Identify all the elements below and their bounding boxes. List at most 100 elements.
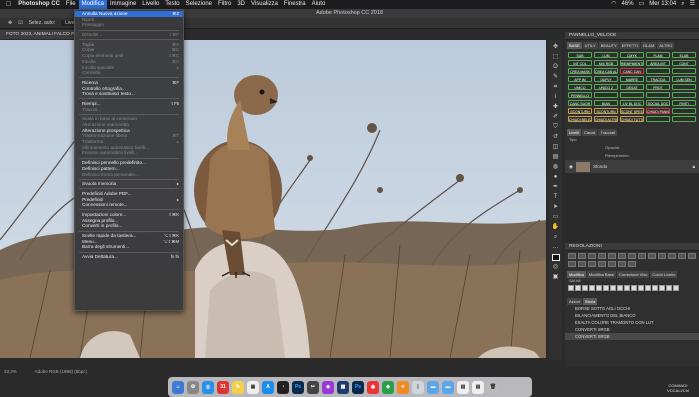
action-button[interactable]: CREA MASK <box>568 68 592 74</box>
crop-tool-icon[interactable]: ⌗ <box>552 84 560 91</box>
action-button[interactable] <box>594 92 618 98</box>
tab-livelli[interactable]: Livelli <box>567 129 582 136</box>
action-button[interactable]: CHIUDI PANNELLI <box>646 108 670 114</box>
layer-name[interactable]: Sfondo <box>593 164 607 169</box>
action-button[interactable] <box>620 92 644 98</box>
history-item[interactable]: CONVERTI SRGB <box>565 326 699 333</box>
safari-icon[interactable]: ◎ <box>202 380 214 394</box>
action-button[interactable]: AREA INT <box>646 60 670 66</box>
adjustment-icon[interactable] <box>598 261 606 267</box>
tab-utily[interactable]: UTILY <box>582 42 598 49</box>
launchpad-icon[interactable]: ⚙ <box>187 380 199 394</box>
action-button[interactable]: FINITI <box>672 100 696 106</box>
app-icon[interactable]: ◈ <box>382 380 394 394</box>
menu-item[interactable]: Trova e sostituisci testo... <box>75 91 183 97</box>
tab-storia[interactable]: Storia <box>582 298 598 305</box>
app-icon[interactable]: ▦ <box>337 380 349 394</box>
adjustment-icon[interactable] <box>648 253 656 259</box>
clock[interactable]: Mer 13:04 <box>649 0 676 9</box>
menu-livello[interactable]: Livello <box>139 0 162 9</box>
folder-icon[interactable]: ▬ <box>442 380 454 394</box>
apple-icon[interactable]:  <box>0 0 15 9</box>
menu-item[interactable]: Connessioni remote... <box>75 202 183 208</box>
eraser-icon[interactable]: ◫ <box>552 144 560 151</box>
menu-item[interactable]: Converti in profilo... <box>75 223 183 229</box>
tab-beauty[interactable]: BEAUTY <box>598 42 619 49</box>
action-button[interactable]: CREA CAN ALT <box>594 68 618 74</box>
battery-percent[interactable]: 46% <box>622 0 634 9</box>
adjustment-icon[interactable] <box>658 253 666 259</box>
menu-item[interactable]: Avvia Dettatura... fn fn <box>75 254 183 260</box>
action-button[interactable]: APP IM <box>568 76 592 82</box>
action-button[interactable]: CANC SUOR <box>568 100 592 106</box>
menu-filtro[interactable]: Filtro <box>215 0 234 9</box>
action-button[interactable]: LUM <box>594 52 618 58</box>
preset-button[interactable] <box>582 285 588 291</box>
preset-button[interactable] <box>673 285 679 291</box>
action-button[interactable]: UNICO 2 <box>594 84 618 90</box>
action-button[interactable]: SCONTURN <box>594 108 618 114</box>
history-item[interactable]: BORSE SOTTO AGLI OCCHI <box>565 305 699 312</box>
action-button[interactable]: DESAT <box>620 84 644 90</box>
action-button[interactable]: PROT <box>646 84 670 90</box>
action-button[interactable] <box>646 116 670 122</box>
action-button[interactable]: ELAB <box>672 52 696 58</box>
action-button[interactable]: CHIUDI TUTTI <box>620 116 644 122</box>
history-brush-icon[interactable]: ↺ <box>552 134 560 141</box>
adjustment-icon[interactable] <box>608 261 616 267</box>
action-button[interactable]: SUB <box>568 52 592 58</box>
type-tool-icon[interactable]: T <box>552 194 560 201</box>
layer-opacity[interactable]: Opacità: <box>565 144 699 152</box>
action-button[interactable] <box>672 92 696 98</box>
menu-item[interactable]: Cancella <box>75 70 183 76</box>
blur-tool-icon[interactable]: ◍ <box>552 164 560 171</box>
finder-icon[interactable]: ☺ <box>172 380 184 394</box>
action-button[interactable] <box>646 68 670 74</box>
preset-button[interactable] <box>589 285 595 291</box>
layer-kind-filter[interactable]: Tipo <box>565 136 699 144</box>
app-icon[interactable]: ✦ <box>397 380 409 394</box>
tab-tracciati[interactable]: Tracciati <box>598 129 618 136</box>
gradient-tool-icon[interactable]: ▤ <box>552 154 560 161</box>
action-button[interactable] <box>672 108 696 114</box>
eyedropper-icon[interactable]: ⅰ <box>552 94 560 101</box>
action-button[interactable]: MARRE <box>620 76 644 82</box>
menu-modifica[interactable]: Modifica <box>78 0 107 9</box>
tab-correzione-viso[interactable]: Correzione Viso <box>617 271 650 278</box>
dodge-tool-icon[interactable]: ● <box>552 174 560 181</box>
preset-button[interactable] <box>575 285 581 291</box>
menu-item[interactable]: Dissolvi... ⇧⌘F <box>75 32 183 38</box>
tab-effetti[interactable]: EFFETTI <box>619 42 640 49</box>
menu-item[interactable]: Fusione automatica livelli... <box>75 150 183 156</box>
action-button[interactable]: MIX RGB <box>594 60 618 66</box>
action-button[interactable]: CMYK <box>620 52 644 58</box>
menu-3d[interactable]: 3D <box>234 0 248 9</box>
more-tools-icon[interactable]: … <box>552 244 560 251</box>
adjustment-icon[interactable] <box>618 261 626 267</box>
adjustment-icon[interactable] <box>578 261 586 267</box>
action-button[interactable]: FLAM <box>646 52 670 58</box>
auto-select-checkbox[interactable]: ☑ <box>18 20 22 26</box>
menu-visualizza[interactable]: Visualizza <box>248 0 281 9</box>
action-button[interactable] <box>672 68 696 74</box>
shape-tool-icon[interactable]: ▭ <box>552 214 560 221</box>
wifi-icon[interactable]: ◠ <box>611 0 616 9</box>
action-button[interactable] <box>672 116 696 122</box>
adjustment-icon[interactable] <box>628 261 636 267</box>
photoshop-icon[interactable]: Ps <box>352 380 364 394</box>
preset-button[interactable] <box>568 285 574 291</box>
action-button[interactable]: RIEMPIMENTO <box>620 60 644 66</box>
menu-item[interactable]: Svuota memoria ▸ <box>75 181 183 187</box>
action-button[interactable]: UNICO <box>568 84 592 90</box>
pen-tool-icon[interactable]: ✒ <box>552 184 560 191</box>
preview-icon[interactable]: ▣ <box>247 380 259 394</box>
history-item-selected[interactable]: CONVERTI SRGB <box>565 333 699 340</box>
action-button[interactable]: CANC CAN <box>620 68 644 74</box>
color-swatch-icon[interactable] <box>551 254 560 261</box>
action-button[interactable]: LIV BL DOC <box>620 100 644 106</box>
screen-mode-icon[interactable]: ▣ <box>552 274 560 281</box>
tab-modifica-base[interactable]: Modifica Base <box>586 271 617 278</box>
document-icon[interactable]: ▤ <box>457 380 469 394</box>
app-store-icon[interactable]: A <box>262 380 274 394</box>
menu-finestra[interactable]: Finestra <box>281 0 309 9</box>
